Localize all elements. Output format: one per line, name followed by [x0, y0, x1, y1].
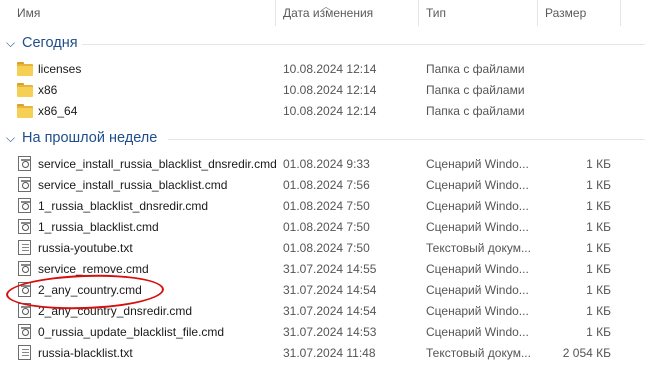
file-row[interactable]: russia-youtube.txt 01.08.2024 7:50 Текстов…: [0, 238, 645, 259]
text-file-icon: [17, 345, 33, 361]
file-row[interactable]: service_install_russia_blacklist.cmd 01.0…: [0, 175, 645, 196]
chevron-down-icon[interactable]: ⌵: [6, 131, 15, 146]
file-size: 1 КБ: [586, 262, 611, 276]
column-header: Имя ︿ Дата изменения Тип Размер: [0, 0, 645, 27]
cmd-script-icon: [17, 324, 33, 340]
file-size: 1 КБ: [586, 178, 611, 192]
column-type[interactable]: Тип: [426, 6, 446, 20]
file-name: russia-youtube.txt: [38, 241, 133, 255]
file-type: Сценарий Windo...: [426, 262, 529, 276]
file-name: 0_russia_update_blacklist_file.cmd: [38, 325, 225, 339]
file-row[interactable]: 1_russia_blacklist_dnsredir.cmd 01.08.202…: [0, 196, 645, 217]
file-size: 1 КБ: [586, 325, 611, 339]
column-separator[interactable]: [418, 0, 419, 26]
column-separator[interactable]: [275, 0, 276, 26]
group-last-week[interactable]: ⌵ На прошлой неделе: [0, 129, 645, 149]
column-separator[interactable]: [537, 0, 538, 26]
group-divider: [168, 139, 645, 140]
file-date: 31.07.2024 14:55: [283, 262, 377, 276]
column-date[interactable]: Дата изменения: [283, 6, 373, 20]
file-date: 10.08.2024 12:14: [283, 104, 377, 118]
file-date: 10.08.2024 12:14: [283, 62, 377, 76]
text-file-icon: [17, 240, 33, 256]
file-size: 1 КБ: [586, 283, 611, 297]
file-type: Папка с файлами: [426, 104, 525, 118]
file-row[interactable]: x86 10.08.2024 12:14 Папка с файлами: [0, 80, 645, 101]
chevron-down-icon[interactable]: ⌵: [6, 36, 15, 51]
file-type: Текстовый докум...: [426, 346, 531, 360]
file-name: 1_russia_blacklist.cmd: [38, 220, 159, 234]
file-row[interactable]: 0_russia_update_blacklist_file.cmd 31.07.…: [0, 322, 645, 343]
file-row[interactable]: 1_russia_blacklist.cmd 01.08.2024 7:50 Сце…: [0, 217, 645, 238]
column-size[interactable]: Размер: [545, 6, 586, 20]
group-divider: [82, 44, 645, 45]
folder-icon: [17, 103, 33, 119]
cmd-script-icon: [17, 261, 33, 277]
file-name: service_install_russia_blacklist_dnsredi…: [38, 157, 277, 171]
file-type: Сценарий Windo...: [426, 304, 529, 318]
file-name: 1_russia_blacklist_dnsredir.cmd: [38, 199, 209, 213]
file-type: Сценарий Windo...: [426, 157, 529, 171]
file-type: Сценарий Windo...: [426, 220, 529, 234]
file-type: Сценарий Windo...: [426, 325, 529, 339]
file-row[interactable]: x86_64 10.08.2024 12:14 Папка с файлами: [0, 101, 645, 122]
file-date: 01.08.2024 7:50: [283, 199, 370, 213]
file-date: 01.08.2024 7:50: [283, 220, 370, 234]
file-size: 2 054 КБ: [562, 346, 611, 360]
file-name: service_install_russia_blacklist.cmd: [38, 178, 228, 192]
file-date: 31.07.2024 14:54: [283, 304, 377, 318]
cmd-script-icon: [17, 177, 33, 193]
file-name: x86_64: [38, 104, 78, 118]
column-name[interactable]: Имя: [17, 6, 40, 20]
file-row[interactable]: service_install_russia_blacklist_dnsredi…: [0, 154, 645, 175]
file-type: Сценарий Windo...: [426, 178, 529, 192]
file-type: Папка с файлами: [426, 62, 525, 76]
file-date: 01.08.2024 9:33: [283, 157, 370, 171]
file-row[interactable]: licenses 10.08.2024 12:14 Папка с файлами: [0, 59, 645, 80]
file-name: licenses: [38, 62, 82, 76]
file-size: 1 КБ: [586, 304, 611, 318]
file-size: 1 КБ: [586, 157, 611, 171]
file-date: 10.08.2024 12:14: [283, 83, 377, 97]
cmd-script-icon: [17, 198, 33, 214]
column-separator[interactable]: [620, 0, 621, 26]
file-type: Папка с файлами: [426, 83, 525, 97]
cmd-script-icon: [17, 219, 33, 235]
file-date: 31.07.2024 11:48: [283, 346, 376, 360]
folder-icon: [17, 82, 33, 98]
file-date: 01.08.2024 7:50: [283, 241, 370, 255]
file-type: Текстовый докум...: [426, 241, 531, 255]
file-size: 1 КБ: [586, 199, 611, 213]
cmd-script-icon: [17, 156, 33, 172]
folder-icon: [17, 61, 33, 77]
file-name: x86: [38, 83, 58, 97]
file-type: Сценарий Windo...: [426, 283, 529, 297]
file-row[interactable]: russia-blacklist.txt 31.07.2024 11:48 Текс…: [0, 343, 645, 364]
file-type: Сценарий Windo...: [426, 199, 529, 213]
file-date: 01.08.2024 7:56: [283, 178, 370, 192]
file-size: 1 КБ: [586, 241, 611, 255]
group-title: На прошлой неделе: [22, 130, 158, 146]
group-today[interactable]: ⌵ Сегодня: [0, 34, 645, 54]
file-name: russia-blacklist.txt: [38, 346, 133, 360]
file-date: 31.07.2024 14:54: [283, 283, 377, 297]
file-size: 1 КБ: [586, 220, 611, 234]
file-date: 31.07.2024 14:53: [283, 325, 377, 339]
group-title: Сегодня: [22, 35, 78, 51]
